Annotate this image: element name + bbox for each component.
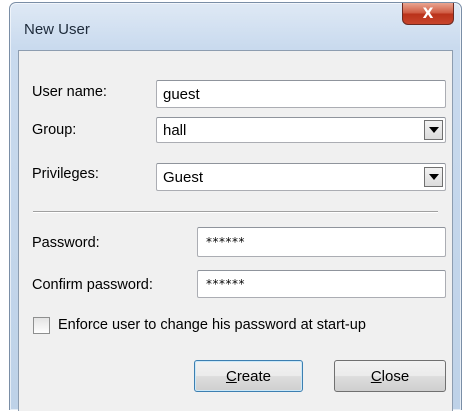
divider (33, 211, 438, 213)
create-button[interactable]: Create (194, 360, 303, 392)
password-value: ****** (206, 235, 245, 249)
new-user-dialog: New User X User name: guest Group: hall … (9, 2, 462, 411)
close-icon: X (422, 5, 434, 22)
enforce-change-checkbox[interactable] (33, 317, 50, 334)
close-label: lose (381, 367, 410, 385)
close-button[interactable]: Close (334, 360, 446, 392)
close-accelerator: C (370, 367, 382, 385)
dialog-body: User name: guest Group: hall Privileges:… (18, 50, 453, 411)
privileges-select[interactable]: Guest (156, 163, 446, 191)
privileges-value: Guest (163, 168, 204, 186)
group-dropdown-button[interactable] (424, 120, 443, 140)
username-input[interactable]: guest (156, 80, 446, 108)
create-accelerator: C (225, 367, 237, 385)
confirm-password-value: ****** (206, 277, 245, 291)
chevron-down-icon (428, 174, 439, 180)
username-value: guest (163, 85, 200, 103)
enforce-change-label[interactable]: Enforce user to change his password at s… (58, 317, 366, 333)
username-label: User name: (32, 84, 107, 100)
create-label: reate (236, 367, 272, 385)
group-select[interactable]: hall (156, 117, 446, 143)
password-label: Password: (32, 235, 100, 251)
confirm-password-field[interactable]: ****** (197, 270, 446, 298)
password-field[interactable]: ****** (197, 227, 446, 257)
group-value: hall (163, 121, 187, 139)
confirm-password-label: Confirm password: (32, 277, 153, 293)
privileges-label: Privileges: (32, 166, 99, 182)
group-label: Group: (32, 122, 77, 138)
close-window-button[interactable]: X (402, 3, 454, 25)
window-title: New User (24, 21, 90, 38)
privileges-dropdown-button[interactable] (424, 167, 443, 187)
chevron-down-icon (428, 127, 439, 133)
